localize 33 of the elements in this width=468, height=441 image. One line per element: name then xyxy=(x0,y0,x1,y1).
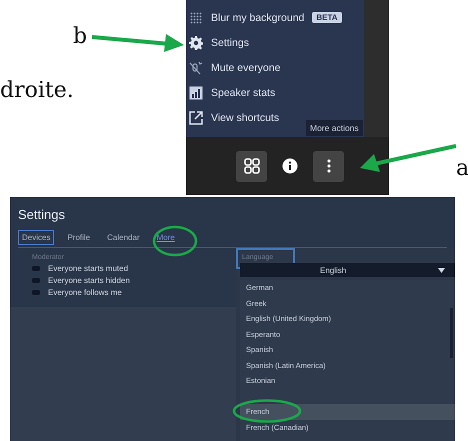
dots-grid-icon xyxy=(189,10,203,24)
menu-item[interactable]: Blur my background BETA xyxy=(186,5,342,30)
tile-view-button[interactable] xyxy=(236,150,267,182)
body-text: droite. xyxy=(0,78,74,103)
beta-badge: BETA xyxy=(312,12,342,23)
info-icon[interactable] xyxy=(282,158,298,174)
option-label: Everyone follows me xyxy=(48,288,122,297)
language-dropdown[interactable]: English xyxy=(240,263,455,277)
checkbox[interactable] xyxy=(32,290,40,295)
checkbox[interactable] xyxy=(32,278,40,283)
muted-microphone-icon xyxy=(189,60,203,74)
tab[interactable]: Profile xyxy=(63,230,94,245)
menu-item[interactable]: Settings xyxy=(186,30,249,55)
tab[interactable]: Devices xyxy=(18,230,54,245)
highlight-circle xyxy=(152,225,198,257)
menu-item[interactable]: Speaker stats xyxy=(186,80,276,105)
bar-chart-icon xyxy=(189,86,203,100)
highlight-circle xyxy=(232,399,302,423)
more-actions-button[interactable] xyxy=(313,150,344,182)
option-label: Everyone starts hidden xyxy=(48,276,130,285)
tab[interactable]: Calendar xyxy=(103,230,144,245)
grid-icon xyxy=(244,158,260,174)
kebab-icon xyxy=(326,159,330,173)
menu-item[interactable]: View shortcuts xyxy=(186,105,280,130)
annotation-label: b xyxy=(73,24,88,49)
settings-icon xyxy=(189,36,203,50)
external-link-icon xyxy=(189,110,203,124)
tooltip: More actions xyxy=(306,120,363,136)
caret-icon xyxy=(438,268,445,272)
checkbox[interactable] xyxy=(32,266,40,271)
dialog-title: Settings xyxy=(18,207,66,222)
menu-item[interactable]: Mute everyone xyxy=(186,55,280,80)
option-label: Everyone starts muted xyxy=(48,264,128,273)
